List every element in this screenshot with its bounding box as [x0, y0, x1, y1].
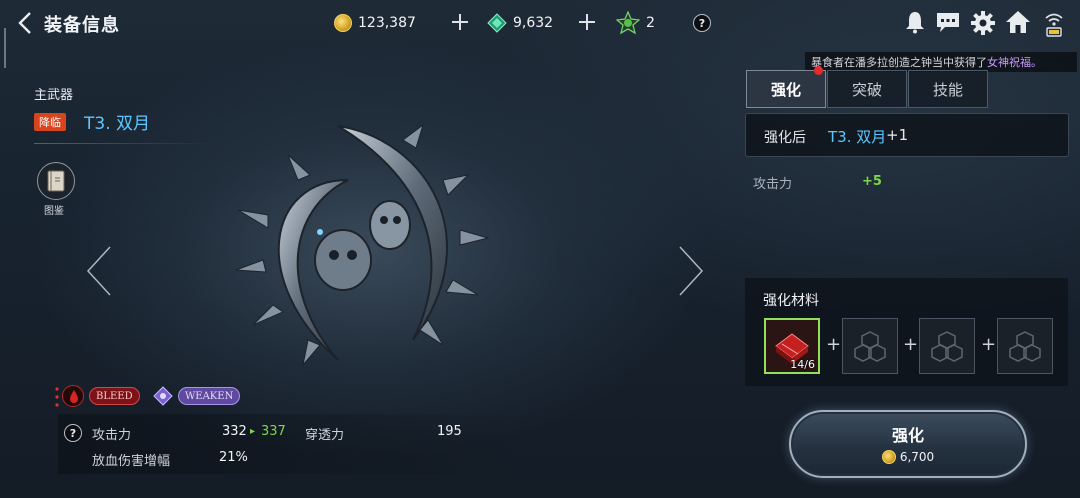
- blood-drop-icon: [62, 385, 84, 407]
- attack-arrow-icon: ▸: [250, 426, 256, 437]
- after-level: +1: [886, 126, 909, 144]
- empty-cube-icon: [854, 331, 886, 362]
- notification-dot: [814, 66, 823, 75]
- gold-coin-icon: [881, 450, 896, 464]
- material-slot-3[interactable]: [919, 318, 975, 374]
- material-slot-4[interactable]: [997, 318, 1053, 374]
- tab-breakthrough[interactable]: 突破: [827, 70, 907, 108]
- gold-counter: 123,387: [334, 12, 416, 34]
- enhance-button-label: 强化: [891, 426, 924, 445]
- gold-amount: 123,387: [358, 15, 416, 31]
- item-name: T3. 双月: [84, 114, 151, 134]
- pierce-value: 195: [437, 424, 462, 439]
- attack-new-value: 337: [261, 424, 286, 439]
- bleed-effect-tag: BLEED: [89, 387, 140, 405]
- after-label: 强化后: [764, 130, 806, 146]
- enhance-cost-value: 6,700: [899, 450, 935, 464]
- add-gold-button[interactable]: [450, 12, 470, 32]
- enhance-button[interactable]: 强化 6,700: [789, 410, 1027, 478]
- green-gem-icon: [487, 13, 507, 33]
- broadcast-ticker: 暴食者在潘多拉创造之钟当中获得了 女神祝福。: [805, 52, 1077, 72]
- equipment-slot-label: 主武器: [34, 88, 74, 103]
- pierce-label: 穿透力: [305, 428, 345, 443]
- material-count: 14/6: [790, 358, 815, 371]
- codex-label: 图鉴: [44, 206, 64, 217]
- diamond-counter: 9,632: [487, 12, 553, 34]
- empty-cube-icon: [931, 331, 963, 362]
- weapon-artwork: [235, 123, 490, 367]
- material-slot-1[interactable]: 14/6: [764, 318, 820, 374]
- enhance-result-box: 强化后 T3. 双月 +1: [745, 113, 1069, 157]
- weaken-diamond-icon: [153, 386, 173, 406]
- enhance-stat-delta: +5: [862, 174, 882, 189]
- tab-enhance[interactable]: 强化: [746, 70, 826, 108]
- gear-icon[interactable]: [970, 10, 996, 36]
- green-star-ticket-icon: [616, 11, 640, 35]
- material-plus-3: +: [981, 334, 997, 355]
- weaken-effect-tag: WEAKEN: [178, 387, 241, 405]
- wifi-signal-icon: [1045, 13, 1063, 37]
- stats-help-icon[interactable]: ?: [64, 424, 82, 442]
- ticket-counter: 2: [616, 11, 655, 35]
- tab-skill[interactable]: 技能: [908, 70, 988, 108]
- ticker-highlight: 女神祝福。: [987, 56, 1042, 69]
- material-slot-2[interactable]: [842, 318, 898, 374]
- item-grade-badge: 降临: [34, 113, 66, 131]
- more-dots-icon[interactable]: [55, 386, 59, 408]
- attack-label: 攻击力: [92, 428, 132, 443]
- title-divider: [34, 143, 214, 144]
- bell-icon[interactable]: [904, 10, 926, 34]
- tab-bar: 强化 突破 技能: [746, 70, 988, 110]
- currency-help-icon[interactable]: ?: [693, 14, 711, 32]
- ticket-amount: 2: [646, 15, 655, 31]
- material-plus-2: +: [903, 334, 919, 355]
- prev-item-arrow-icon[interactable]: [84, 245, 114, 297]
- after-item-name: T3. 双月: [828, 128, 887, 146]
- back-arrow-icon[interactable]: [14, 10, 38, 36]
- materials-title: 强化材料: [763, 293, 819, 309]
- codex-button[interactable]: [37, 162, 75, 200]
- next-item-arrow-icon[interactable]: [676, 245, 706, 297]
- bleed-damage-label: 放血伤害增幅: [92, 454, 171, 469]
- enhance-cost: 6,700: [791, 450, 1025, 464]
- chat-icon[interactable]: [935, 10, 961, 34]
- home-icon[interactable]: [1005, 10, 1031, 34]
- attack-value: 332: [222, 424, 247, 439]
- book-icon: [47, 170, 65, 192]
- bleed-damage-value: 21%: [219, 450, 248, 465]
- page-title: 装备信息: [44, 15, 120, 36]
- enhance-stat-label: 攻击力: [753, 177, 793, 192]
- material-plus-1: +: [826, 334, 842, 355]
- empty-cube-icon: [1009, 331, 1041, 362]
- ticker-text: 暴食者在潘多拉创造之钟当中获得了: [811, 56, 987, 69]
- gold-coin-icon: [334, 14, 352, 32]
- add-diamond-button[interactable]: [577, 12, 597, 32]
- diamond-amount: 9,632: [513, 15, 554, 31]
- edge-divider: [4, 28, 6, 68]
